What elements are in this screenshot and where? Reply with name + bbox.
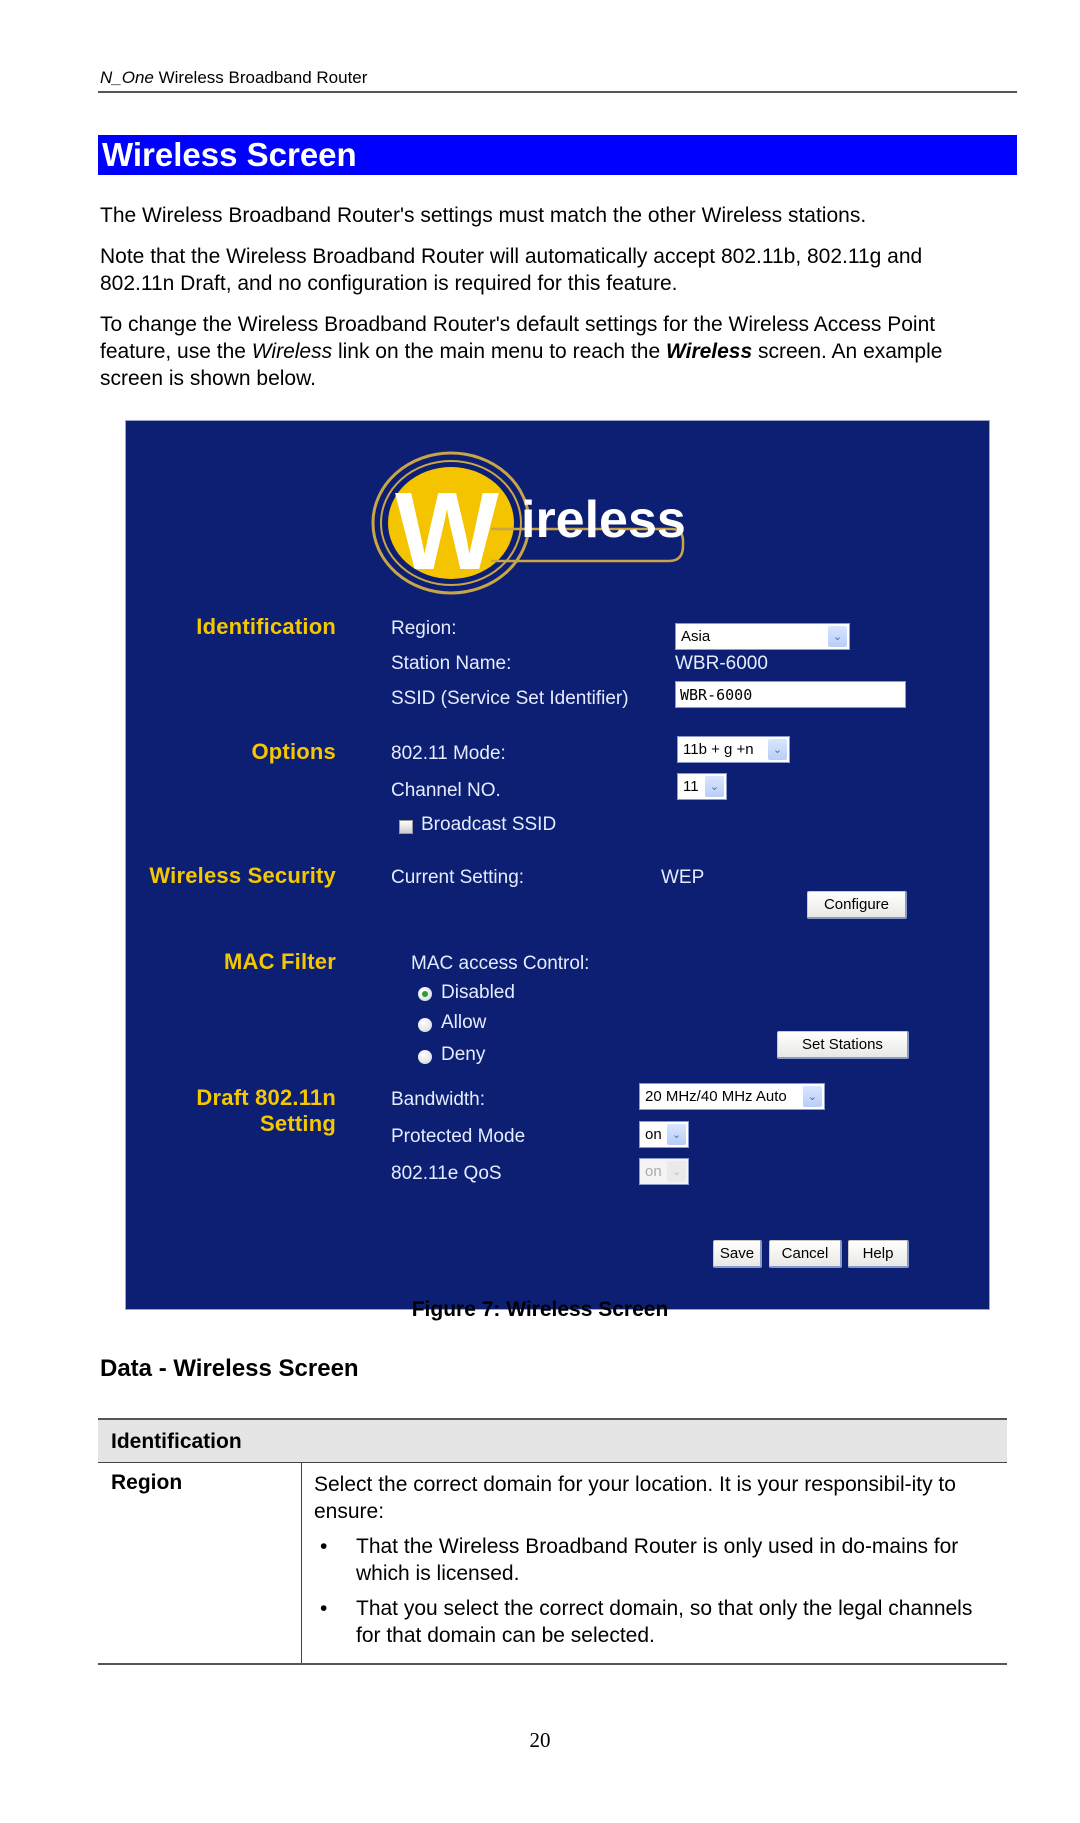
bullet-item: • That you select the correct domain, so … [314, 1595, 995, 1649]
wireless-security-section-label: Wireless Security [149, 863, 336, 888]
bullet-icon: • [320, 1597, 328, 1620]
running-header-text: Wireless Broadband Router [153, 68, 368, 87]
current-setting-label: Current Setting: [391, 867, 525, 888]
station-name-value: WBR-6000 [675, 653, 768, 674]
draft-n-label-line2: Setting [260, 1111, 336, 1136]
mac-radio-disabled[interactable] [418, 987, 432, 1001]
bullet-text: That you select the correct domain, so t… [356, 1597, 973, 1647]
wireless-screen-figure: W ireless Identification Region: Asia ⌄ S… [125, 420, 990, 1310]
draft-n-section-label: Draft 802.11n Setting [146, 1085, 336, 1137]
wireless-screen-ref: Wireless [665, 340, 753, 363]
chevron-down-icon: ⌄ [667, 1124, 686, 1145]
chevron-down-icon: ⌄ [768, 739, 787, 760]
region-select[interactable]: Asia ⌄ [675, 623, 850, 650]
draft-n-label-line1: Draft 802.11n [196, 1085, 336, 1110]
p3-text-b: link on the main menu to reach the [332, 340, 666, 363]
channel-label: Channel NO. [391, 780, 501, 801]
mac-option-allow-label: Allow [441, 1012, 487, 1033]
intro-paragraph-1: The Wireless Broadband Router's settings… [100, 204, 867, 227]
identification-section-label: Identification [196, 614, 336, 639]
intro-paragraph-3: To change the Wireless Broadband Router'… [100, 311, 1000, 392]
ssid-input[interactable] [675, 681, 906, 708]
table-field-description: Select the correct domain for your locat… [302, 1463, 1007, 1663]
station-name-label: Station Name: [391, 653, 512, 674]
header-rule [98, 91, 1017, 93]
bandwidth-select-value: 20 MHz/40 MHz Auto [645, 1088, 787, 1105]
qos-label: 802.11e QoS [391, 1163, 502, 1184]
mac-option-disabled-label: Disabled [441, 982, 515, 1003]
bandwidth-select[interactable]: 20 MHz/40 MHz Auto ⌄ [639, 1083, 825, 1110]
chevron-down-icon: ⌄ [705, 776, 724, 797]
section-title-bar: Wireless Screen [98, 135, 1017, 175]
page-number: 20 [529, 1728, 551, 1752]
help-button[interactable]: Help [848, 1240, 909, 1268]
qos-select: on ⌄ [639, 1158, 689, 1185]
mac-filter-section-label: MAC Filter [224, 949, 336, 974]
wireless-logo: W ireless [371, 451, 686, 595]
mode-select[interactable]: 11b + g +n ⌄ [677, 736, 790, 763]
wireless-link-ref: Wireless [251, 340, 333, 363]
data-heading: Data - Wireless Screen [100, 1355, 359, 1382]
table-group-header: Identification [98, 1420, 1007, 1463]
mac-radio-deny[interactable] [418, 1050, 432, 1064]
logo-w: W [395, 470, 499, 593]
bandwidth-label: Bandwidth: [391, 1089, 486, 1110]
data-table: Identification Region Select the correct… [98, 1418, 1007, 1665]
logo-ireless: ireless [521, 491, 686, 549]
mode-select-value: 11b + g +n [683, 741, 754, 758]
chevron-down-icon: ⌄ [667, 1161, 686, 1182]
chevron-down-icon: ⌄ [828, 626, 847, 647]
protected-mode-label: Protected Mode [391, 1126, 526, 1147]
table-field-name: Region [98, 1463, 302, 1663]
save-button[interactable]: Save [713, 1240, 762, 1268]
protected-mode-select[interactable]: on ⌄ [639, 1121, 689, 1148]
mac-access-control-label: MAC access Control: [411, 953, 590, 974]
set-stations-button[interactable]: Set Stations [777, 1031, 909, 1059]
broadcast-ssid-label: Broadcast SSID [421, 814, 557, 835]
product-name: N_One [100, 68, 154, 87]
figure-caption: Figure 7: Wireless Screen [411, 1298, 669, 1321]
qos-value: on [645, 1163, 662, 1180]
ssid-label: SSID (Service Set Identifier) [391, 688, 629, 709]
cancel-button[interactable]: Cancel [769, 1240, 842, 1268]
mode-label: 802.11 Mode: [391, 743, 506, 764]
configure-button[interactable]: Configure [807, 891, 907, 919]
bullet-text: That the Wireless Broadband Router is on… [356, 1535, 959, 1585]
channel-select[interactable]: 11 ⌄ [677, 773, 727, 800]
description-text: Select the correct domain for your locat… [314, 1473, 956, 1523]
current-setting-value: WEP [661, 867, 705, 888]
bullet-icon: • [320, 1535, 328, 1558]
broadcast-ssid-checkbox[interactable] [399, 820, 413, 834]
table-row: Region Select the correct domain for you… [98, 1463, 1007, 1665]
region-label: Region: [391, 618, 457, 639]
chevron-down-icon: ⌄ [803, 1086, 822, 1107]
mac-option-deny-label: Deny [441, 1044, 486, 1065]
mac-radio-allow[interactable] [418, 1018, 432, 1032]
section-title: Wireless Screen [102, 136, 357, 173]
intro-paragraph-2: Note that the Wireless Broadband Router … [100, 245, 923, 295]
bullet-item: • That the Wireless Broadband Router is o… [314, 1533, 995, 1587]
options-section-label: Options [251, 739, 336, 764]
protected-mode-value: on [645, 1126, 662, 1143]
description-bullets: • That the Wireless Broadband Router is o… [314, 1533, 995, 1649]
channel-select-value: 11 [683, 778, 699, 795]
region-select-value: Asia [681, 628, 711, 645]
running-header: N_One Wireless Broadband Router [100, 68, 367, 88]
